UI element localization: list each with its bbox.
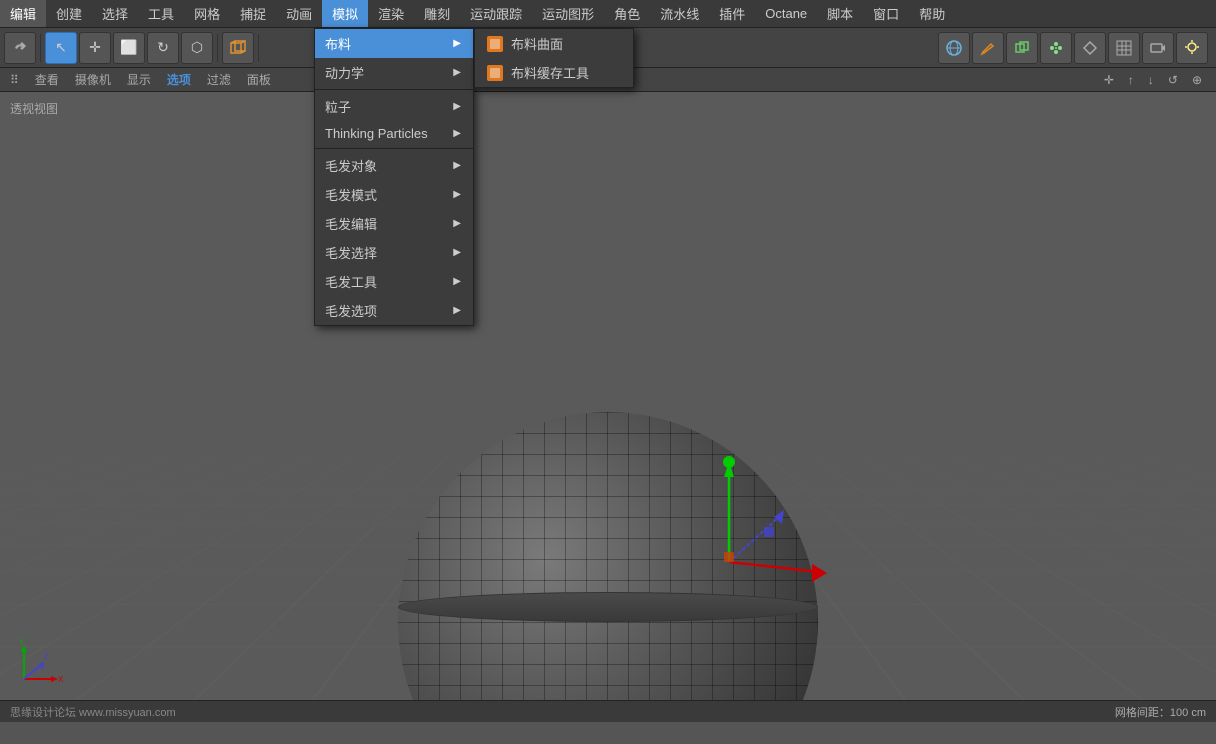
toolbar-btn-select[interactable]: ↖ <box>45 32 77 64</box>
menu-item-create[interactable]: 创建 <box>46 0 92 27</box>
toolbar2-dots: ⠿ <box>4 69 25 91</box>
simulate-dropdown: 布料▶动力学▶粒子▶Thinking Particles▶毛发对象▶毛发模式▶毛… <box>314 28 474 326</box>
submenu-label-cloth_surface: 布料曲面 <box>511 34 563 53</box>
cloth-submenu: 布料曲面布料缓存工具 <box>474 28 634 88</box>
menu-item-sculpt[interactable]: 雕刻 <box>414 0 460 27</box>
viewport-label: 透视视图 <box>10 100 58 117</box>
submenu-label-cloth_cache: 布料缓存工具 <box>511 63 589 82</box>
toolbar-btn-obj3d[interactable] <box>1006 32 1038 64</box>
dropdown-item-hair_mode[interactable]: 毛发模式▶ <box>315 180 473 209</box>
menu-item-window[interactable]: 窗口 <box>863 0 909 27</box>
nav-btn-1[interactable]: ↑ <box>1122 69 1140 91</box>
menu-item-script[interactable]: 脚本 <box>817 0 863 27</box>
menu-item-plugin[interactable]: 插件 <box>709 0 755 27</box>
toolbar-btn-pen[interactable] <box>972 32 1004 64</box>
dropdown-separator <box>315 89 473 90</box>
hemisphere-base <box>398 592 818 622</box>
nav-btn-2[interactable]: ↓ <box>1142 69 1160 91</box>
dropdown-item-particles[interactable]: 粒子▶ <box>315 92 473 121</box>
menu-item-motiongraph[interactable]: 运动图形 <box>532 0 604 27</box>
toolbar-btn-sphere[interactable] <box>938 32 970 64</box>
toolbar-right <box>938 32 1208 64</box>
dropdown-item-hair_tools[interactable]: 毛发工具▶ <box>315 267 473 296</box>
menu-item-mesh[interactable]: 网格 <box>184 0 230 27</box>
nav-btn-3[interactable]: ↺ <box>1162 69 1184 91</box>
menu-item-spline[interactable]: 流水线 <box>650 0 709 27</box>
status-right: 网格间距：100 cm <box>1115 704 1206 720</box>
menu-item-edit[interactable]: 编辑 <box>0 0 46 27</box>
submenu-item-cloth_cache[interactable]: 布料缓存工具 <box>475 58 633 87</box>
dropdown-item-hair_edit[interactable]: 毛发编辑▶ <box>315 209 473 238</box>
toolbar-btn-cube[interactable] <box>222 32 254 64</box>
toolbar-btn-rotate_tool[interactable]: ↻ <box>147 32 179 64</box>
submenu-icon-cloth_surface <box>487 36 503 52</box>
menu-item-tools[interactable]: 工具 <box>138 0 184 27</box>
nav-cluster: ✛↑↓↺⊕ <box>1098 69 1208 91</box>
nav-btn-4[interactable]: ⊕ <box>1186 69 1208 91</box>
toolbar-btn-grid2[interactable] <box>1108 32 1140 64</box>
toolbar2-item-look[interactable]: 查看 <box>29 69 65 91</box>
dropdown-item-hair_object[interactable]: 毛发对象▶ <box>315 151 473 180</box>
dropdown-item-hair_options[interactable]: 毛发选项▶ <box>315 296 473 325</box>
toolbar-btn-undo[interactable] <box>4 32 36 64</box>
dropdown-item-dynamics[interactable]: 动力学▶ <box>315 58 473 87</box>
corner-axes: Y X Z <box>14 639 64 692</box>
svg-text:Z: Z <box>44 652 49 661</box>
status-left: 思缘设计论坛 www.missyuan.com <box>10 704 176 720</box>
statusbar: 思缘设计论坛 www.missyuan.com 网格间距：100 cm <box>0 700 1216 722</box>
menu-item-capture[interactable]: 捕捉 <box>230 0 276 27</box>
menu-item-motiontrack[interactable]: 运动跟踪 <box>460 0 532 27</box>
toolbar-btn-move_tool[interactable]: ✛ <box>79 32 111 64</box>
submenu-icon-cloth_cache <box>487 65 503 81</box>
viewport: 透视视图 Y X <box>0 92 1216 722</box>
toolbar2-item-options[interactable]: 选项 <box>161 69 197 91</box>
menu-item-character[interactable]: 角色 <box>604 0 650 27</box>
dropdown-item-thinking_particles[interactable]: Thinking Particles▶ <box>315 121 473 146</box>
toolbar-separator <box>217 34 218 62</box>
dropdown-separator <box>315 148 473 149</box>
toolbar2-item-panel[interactable]: 面板 <box>241 69 277 91</box>
dropdown-item-hair_select[interactable]: 毛发选择▶ <box>315 238 473 267</box>
menu-item-render[interactable]: 渲染 <box>368 0 414 27</box>
toolbar-btn-particles2[interactable] <box>1040 32 1072 64</box>
toolbar-separator <box>40 34 41 62</box>
toolbar-separator <box>258 34 259 62</box>
dropdown-item-cloth[interactable]: 布料▶ <box>315 29 473 58</box>
toolbar-btn-shape[interactable] <box>1074 32 1106 64</box>
submenu-item-cloth_surface[interactable]: 布料曲面 <box>475 29 633 58</box>
menu-item-simulate[interactable]: 模拟 <box>322 0 368 27</box>
toolbar2-item-filter[interactable]: 过滤 <box>201 69 237 91</box>
nav-btn-0[interactable]: ✛ <box>1098 69 1120 91</box>
toolbar2-item-display[interactable]: 显示 <box>121 69 157 91</box>
toolbar-btn-camera2[interactable] <box>1142 32 1174 64</box>
svg-text:X: X <box>58 675 64 684</box>
menu-item-select[interactable]: 选择 <box>92 0 138 27</box>
svg-text:Y: Y <box>19 639 25 647</box>
transform-axes <box>669 442 819 592</box>
menu-item-help[interactable]: 帮助 <box>909 0 955 27</box>
toolbar-btn-scale_tool[interactable]: ⬜ <box>113 32 145 64</box>
menubar: 编辑创建选择工具网格捕捉动画模拟渲染雕刻运动跟踪运动图形角色流水线插件Octan… <box>0 0 1216 28</box>
toolbar-btn-light_btn[interactable] <box>1176 32 1208 64</box>
menu-item-octane[interactable]: Octane <box>755 0 817 27</box>
toolbar2-item-camera[interactable]: 摄像机 <box>69 69 117 91</box>
corner-axes-svg: Y X Z <box>14 639 64 689</box>
toolbar-btn-obj_tool[interactable]: ⬡ <box>181 32 213 64</box>
menu-item-animate[interactable]: 动画 <box>276 0 322 27</box>
